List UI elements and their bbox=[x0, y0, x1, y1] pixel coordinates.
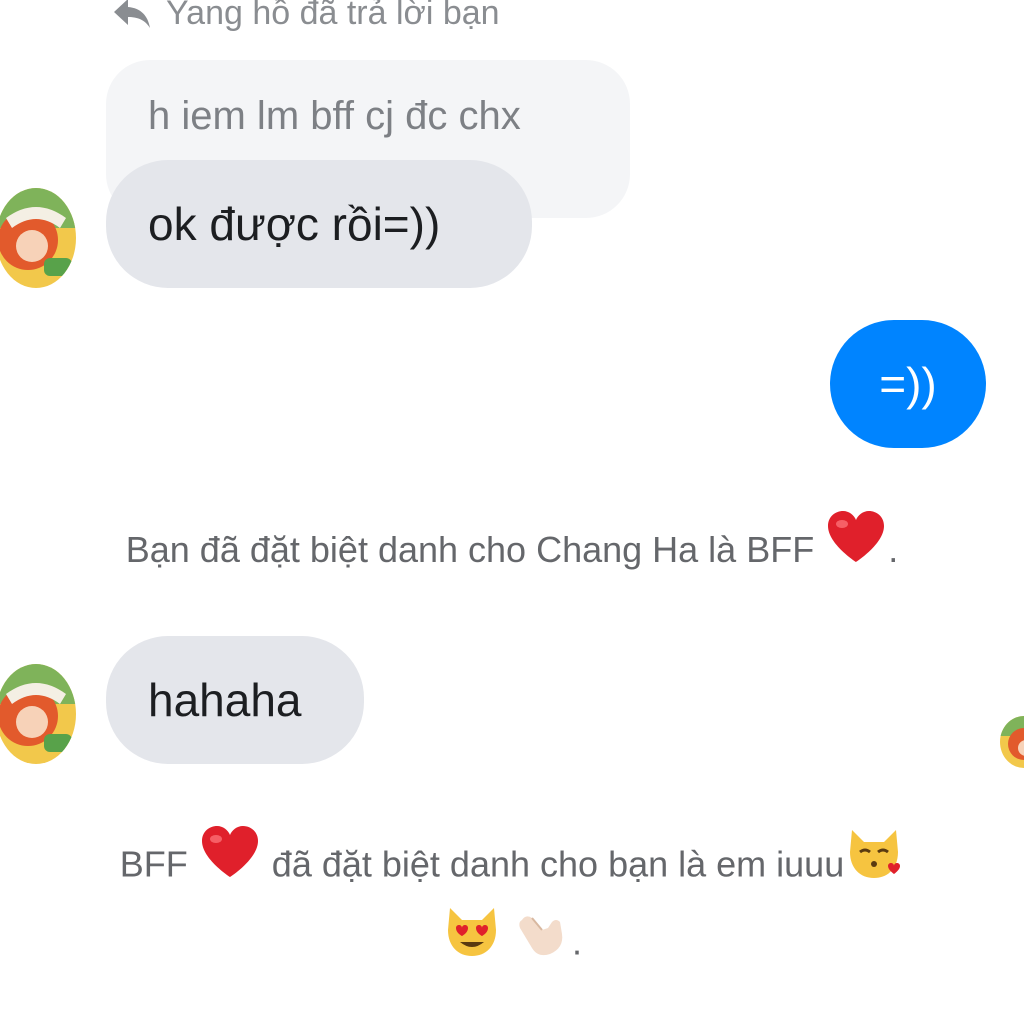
message-text: hahaha bbox=[148, 674, 302, 726]
avatar[interactable] bbox=[0, 188, 76, 288]
seen-avatar bbox=[1000, 716, 1024, 768]
chat-thread: Yang hồ đã trả lời bạn h iem lm bff cj đ… bbox=[0, 0, 1024, 1017]
message-text: =)) bbox=[879, 358, 937, 410]
kissing-cat-icon bbox=[844, 822, 904, 906]
incoming-message-bubble[interactable]: ok được rồi=)) bbox=[106, 160, 532, 288]
system-message-text: Bạn đã đặt biệt danh cho Chang Ha là BFF bbox=[125, 529, 815, 570]
reply-header-text: Yang hồ đã trả lời bạn bbox=[166, 0, 500, 32]
incoming-message-bubble[interactable]: hahaha bbox=[106, 636, 364, 764]
red-heart-icon bbox=[826, 510, 886, 588]
system-message-period: . bbox=[572, 921, 583, 963]
reply-arrow-icon bbox=[112, 0, 152, 31]
system-message-text: đã đặt biệt danh cho bạn là em iuuu bbox=[271, 843, 845, 885]
heart-eyes-cat-icon bbox=[442, 900, 502, 984]
red-heart-icon bbox=[200, 825, 260, 903]
system-message-period: . bbox=[888, 529, 899, 570]
call-me-hand-icon bbox=[512, 900, 572, 984]
system-message-prefix: BFF bbox=[119, 843, 188, 885]
system-message: Bạn đã đặt biệt danh cho Chang Ha là BFF… bbox=[0, 511, 1024, 588]
outgoing-message-bubble[interactable]: =)) bbox=[830, 320, 986, 448]
reply-header: Yang hồ đã trả lời bạn bbox=[112, 0, 500, 33]
quoted-message-text: h iem lm bff cj đc chx bbox=[148, 94, 521, 138]
system-message: BFF đã đặt biệt danh cho bạn là em iuuu bbox=[0, 825, 1024, 984]
message-text: ok được rồi=)) bbox=[148, 198, 441, 250]
avatar[interactable] bbox=[0, 664, 76, 764]
